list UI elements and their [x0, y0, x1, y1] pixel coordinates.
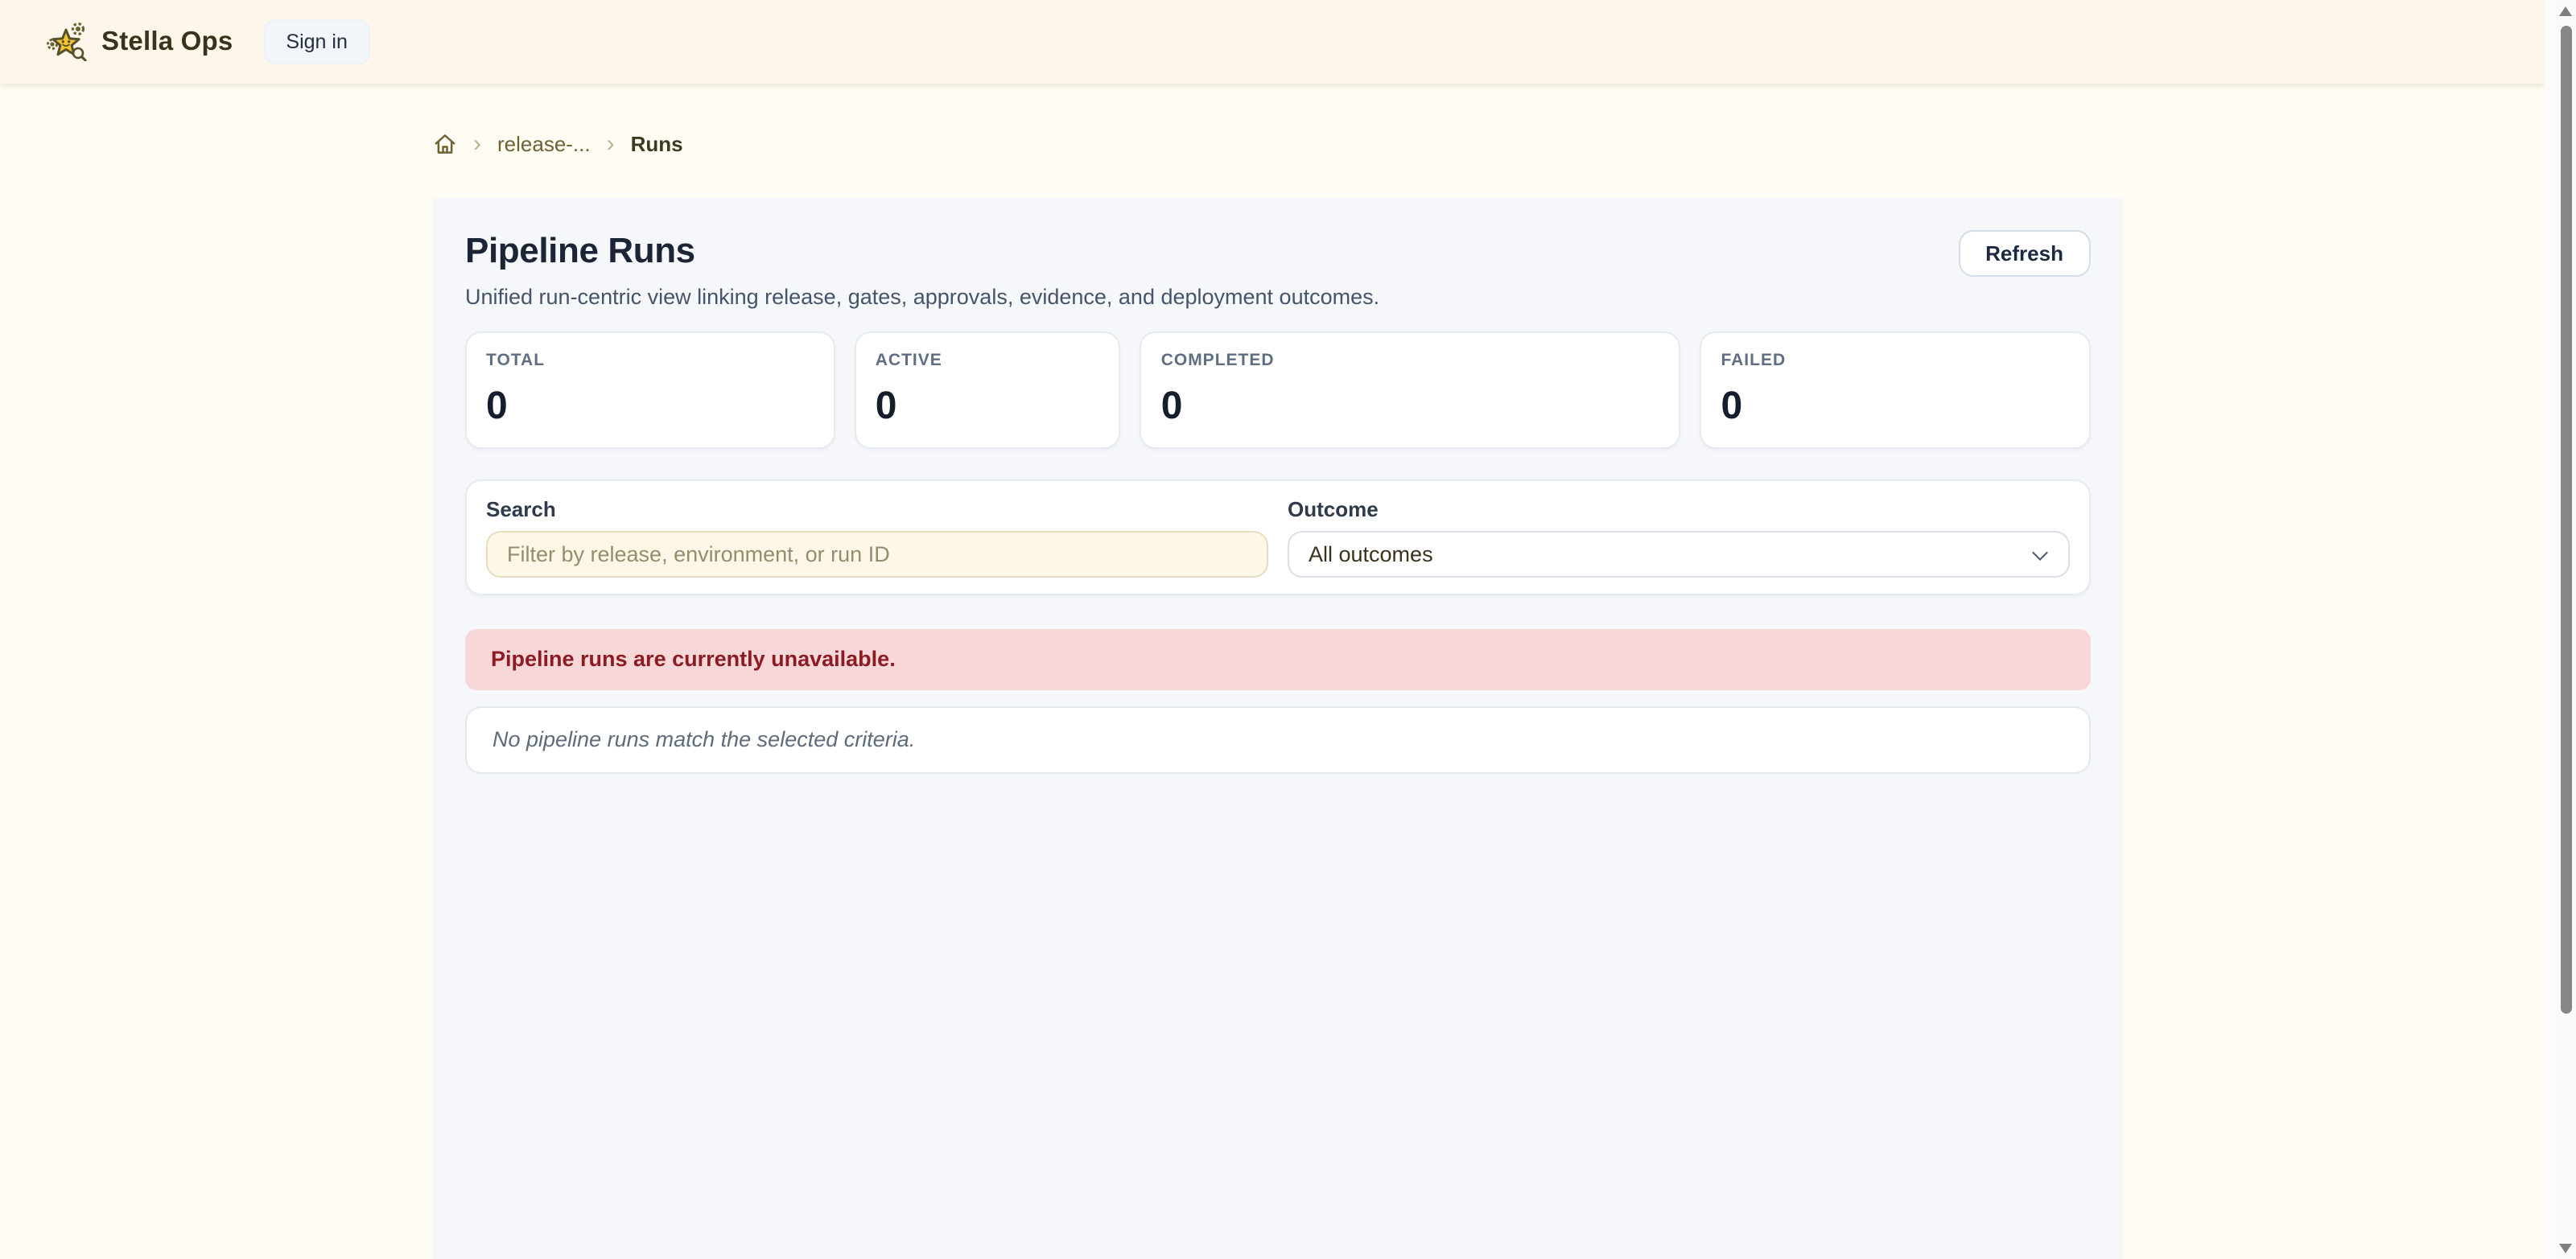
stat-value: 0 — [1721, 383, 2070, 430]
stat-value: 0 — [1161, 383, 1660, 430]
star-mascot-icon — [45, 23, 87, 61]
outcome-select[interactable]: All outcomes — [1288, 531, 2070, 578]
stat-card-completed: COMPLETED 0 — [1140, 331, 1681, 449]
stat-label: FAILED — [1721, 351, 2070, 372]
outcome-label: Outcome — [1288, 497, 2070, 521]
stat-card-total: TOTAL 0 — [465, 331, 835, 449]
home-icon — [433, 132, 457, 156]
stat-label: TOTAL — [486, 351, 814, 372]
page-head: Pipeline Runs Unified run-centric view l… — [465, 230, 2091, 312]
stat-value: 0 — [876, 383, 1100, 430]
app-header: Stella Ops Sign in — [0, 0, 2544, 84]
stat-card-failed: FAILED 0 — [1700, 331, 2091, 449]
pipeline-runs-panel: Pipeline Runs Unified run-centric view l… — [433, 198, 2123, 1259]
scroll-down-arrow-icon[interactable] — [2558, 1243, 2571, 1253]
search-label: Search — [486, 497, 1268, 521]
breadcrumb-separator: › — [607, 132, 615, 156]
chevron-down-icon — [2032, 545, 2048, 561]
page-head-text: Pipeline Runs Unified run-centric view l… — [465, 230, 1379, 312]
vertical-scrollbar — [2544, 0, 2576, 1259]
breadcrumb-parent-link[interactable]: release-... — [497, 132, 591, 156]
page-title: Pipeline Runs — [465, 230, 1379, 272]
stat-label: ACTIVE — [876, 351, 1100, 372]
filter-card: Search Outcome All outcomes — [465, 479, 2091, 595]
app-viewport: Stella Ops Sign in › release-... › Runs — [0, 0, 2576, 1259]
page-subtitle: Unified run-centric view linking release… — [465, 283, 1379, 312]
breadcrumb-home-link[interactable] — [433, 132, 457, 156]
scrollbar-thumb[interactable] — [2560, 26, 2571, 1014]
outcome-selected-value: All outcomes — [1309, 542, 1433, 566]
refresh-button[interactable]: Refresh — [1958, 230, 2091, 277]
brand-name: Stella Ops — [101, 27, 233, 57]
stat-label: COMPLETED — [1161, 351, 1660, 372]
outcome-field-group: Outcome All outcomes — [1288, 497, 2070, 578]
content-column: › release-... › Runs Pipeline Runs Unifi… — [433, 132, 2123, 1259]
page: Stella Ops Sign in › release-... › Runs — [0, 0, 2544, 1259]
empty-state-message: No pipeline runs match the selected crit… — [465, 706, 2091, 774]
search-input[interactable] — [486, 531, 1268, 578]
sign-in-button[interactable]: Sign in — [263, 19, 369, 64]
error-banner: Pipeline runs are currently unavailable. — [465, 629, 2091, 690]
scroll-up-arrow-icon[interactable] — [2558, 6, 2571, 16]
breadcrumb-current: Runs — [631, 132, 683, 156]
stat-value: 0 — [486, 383, 814, 430]
stat-card-active: ACTIVE 0 — [855, 331, 1121, 449]
breadcrumb: › release-... › Runs — [433, 132, 2123, 156]
search-field-group: Search — [486, 497, 1268, 578]
stats-row: TOTAL 0 ACTIVE 0 COMPLETED 0 FAILED 0 — [465, 331, 2091, 449]
breadcrumb-separator: › — [473, 132, 481, 156]
